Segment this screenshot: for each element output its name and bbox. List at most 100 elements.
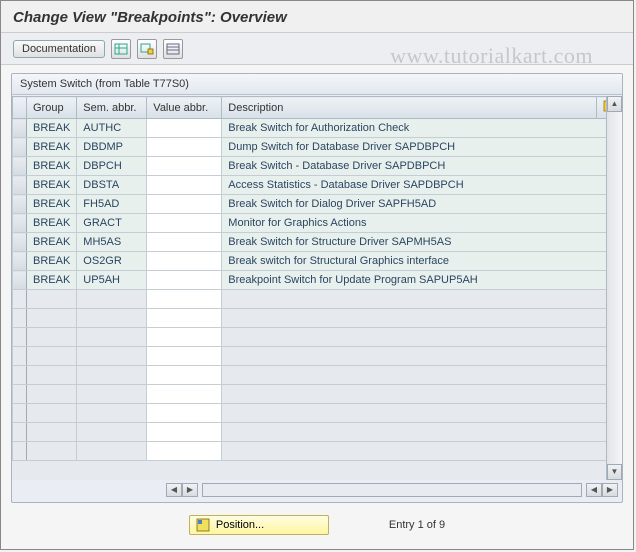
col-desc[interactable]: Description xyxy=(222,97,597,119)
table-row-empty[interactable]: .... xyxy=(13,404,622,423)
row-selector[interactable] xyxy=(13,214,27,233)
cell-val[interactable]: . xyxy=(147,290,222,309)
table-row[interactable]: BREAKDBDMPDump Switch for Database Drive… xyxy=(13,138,622,157)
cell-desc[interactable]: Break Switch - Database Driver SAPDBPCH xyxy=(222,157,622,176)
row-selector[interactable] xyxy=(13,290,27,309)
row-selector[interactable] xyxy=(13,309,27,328)
cell-group[interactable]: BREAK xyxy=(27,138,77,157)
cell-sem[interactable]: OS2GR xyxy=(77,252,147,271)
row-selector[interactable] xyxy=(13,157,27,176)
cell-sem[interactable]: . xyxy=(77,366,147,385)
table-row[interactable]: BREAKAUTHC Break Switch for Authorization… xyxy=(13,119,622,138)
cell-val[interactable]: . xyxy=(147,385,222,404)
row-selector[interactable] xyxy=(13,404,27,423)
cell-val[interactable] xyxy=(147,119,222,138)
row-selector[interactable] xyxy=(13,442,27,461)
cell-val[interactable]: . xyxy=(147,404,222,423)
cell-group[interactable]: . xyxy=(27,442,77,461)
table-row[interactable]: BREAKDBSTA Access Statistics - Database D… xyxy=(13,176,622,195)
cell-group[interactable]: . xyxy=(27,366,77,385)
cell-group[interactable]: BREAK xyxy=(27,252,77,271)
cell-desc[interactable]: Breakpoint Switch for Update Program SAP… xyxy=(222,271,622,290)
table-row-empty[interactable]: .... xyxy=(13,385,622,404)
cell-desc[interactable]: . xyxy=(222,347,622,366)
cell-sem[interactable]: FH5AD xyxy=(77,195,147,214)
cell-val[interactable] xyxy=(147,233,222,252)
scroll-right2-icon[interactable]: ▶ xyxy=(602,483,618,497)
cell-val[interactable] xyxy=(147,138,222,157)
cell-desc[interactable]: Break Switch for Authorization Check xyxy=(222,119,622,138)
table-row[interactable]: BREAKOS2GR Break switch for Structural Gr… xyxy=(13,252,622,271)
scroll-right-icon[interactable]: ▶ xyxy=(182,483,198,497)
cell-desc[interactable]: . xyxy=(222,442,622,461)
table-view-icon[interactable] xyxy=(111,39,131,59)
scroll-left-icon[interactable]: ◀ xyxy=(166,483,182,497)
col-group[interactable]: Group xyxy=(27,97,77,119)
cell-group[interactable]: BREAK xyxy=(27,119,77,138)
cell-group[interactable]: BREAK xyxy=(27,195,77,214)
cell-desc[interactable]: . xyxy=(222,423,622,442)
table-row-empty[interactable]: .... xyxy=(13,366,622,385)
cell-group[interactable]: . xyxy=(27,328,77,347)
table-row-empty[interactable]: .... xyxy=(13,328,622,347)
cell-val[interactable] xyxy=(147,214,222,233)
table-row-empty[interactable]: .... xyxy=(13,442,622,461)
cell-group[interactable]: . xyxy=(27,347,77,366)
cell-group[interactable]: . xyxy=(27,423,77,442)
vertical-scrollbar[interactable]: ▲ ▼ xyxy=(606,96,622,480)
cell-group[interactable]: BREAK xyxy=(27,214,77,233)
cell-desc[interactable]: Break Switch for Structure Driver SAPMH5… xyxy=(222,233,622,252)
row-selector[interactable] xyxy=(13,423,27,442)
row-selector[interactable] xyxy=(13,252,27,271)
cell-val[interactable] xyxy=(147,157,222,176)
cell-desc[interactable]: Access Statistics - Database Driver SAPD… xyxy=(222,176,622,195)
cell-sem[interactable]: UP5AH xyxy=(77,271,147,290)
cell-group[interactable]: BREAK xyxy=(27,271,77,290)
cell-sem[interactable]: . xyxy=(77,309,147,328)
cell-desc[interactable]: . xyxy=(222,366,622,385)
table-settings-icon[interactable] xyxy=(163,39,183,59)
cell-sem[interactable]: DBSTA xyxy=(77,176,147,195)
table-row-empty[interactable]: .... xyxy=(13,423,622,442)
cell-val[interactable] xyxy=(147,252,222,271)
table-row[interactable]: BREAKUP5AH Breakpoint Switch for Update P… xyxy=(13,271,622,290)
cell-sem[interactable]: . xyxy=(77,442,147,461)
cell-val[interactable]: . xyxy=(147,442,222,461)
row-selector[interactable] xyxy=(13,138,27,157)
row-selector[interactable] xyxy=(13,347,27,366)
cell-sem[interactable]: AUTHC xyxy=(77,119,147,138)
scroll-track[interactable] xyxy=(202,483,582,497)
cell-val[interactable] xyxy=(147,176,222,195)
cell-desc[interactable]: . xyxy=(222,385,622,404)
table-row-empty[interactable]: .... xyxy=(13,309,622,328)
table-row[interactable]: BREAKMH5ASBreak Switch for Structure Dri… xyxy=(13,233,622,252)
position-button[interactable]: Position... xyxy=(189,515,329,535)
scroll-left2-icon[interactable]: ◀ xyxy=(586,483,602,497)
col-sem[interactable]: Sem. abbr. xyxy=(77,97,147,119)
cell-desc[interactable]: . xyxy=(222,309,622,328)
cell-val[interactable]: . xyxy=(147,347,222,366)
cell-desc[interactable]: Break switch for Structural Graphics int… xyxy=(222,252,622,271)
cell-val[interactable]: . xyxy=(147,366,222,385)
row-selector[interactable] xyxy=(13,385,27,404)
row-selector[interactable] xyxy=(13,119,27,138)
col-val[interactable]: Value abbr. xyxy=(147,97,222,119)
cell-sem[interactable]: GRACT xyxy=(77,214,147,233)
row-selector[interactable] xyxy=(13,195,27,214)
cell-sem[interactable]: . xyxy=(77,404,147,423)
row-selector[interactable] xyxy=(13,176,27,195)
cell-desc[interactable]: . xyxy=(222,404,622,423)
scroll-down-icon[interactable]: ▼ xyxy=(607,464,622,480)
cell-sem[interactable]: . xyxy=(77,290,147,309)
cell-val[interactable] xyxy=(147,195,222,214)
cell-val[interactable]: . xyxy=(147,423,222,442)
cell-desc[interactable]: Monitor for Graphics Actions xyxy=(222,214,622,233)
cell-sem[interactable]: DBPCH xyxy=(77,157,147,176)
row-selector[interactable] xyxy=(13,366,27,385)
cell-group[interactable]: BREAK xyxy=(27,176,77,195)
cell-sem[interactable]: . xyxy=(77,347,147,366)
scroll-up-icon[interactable]: ▲ xyxy=(607,96,622,112)
table-row[interactable]: BREAKFH5AD Break Switch for Dialog Driver… xyxy=(13,195,622,214)
cell-desc[interactable]: Break Switch for Dialog Driver SAPFH5AD xyxy=(222,195,622,214)
cell-val[interactable]: . xyxy=(147,328,222,347)
